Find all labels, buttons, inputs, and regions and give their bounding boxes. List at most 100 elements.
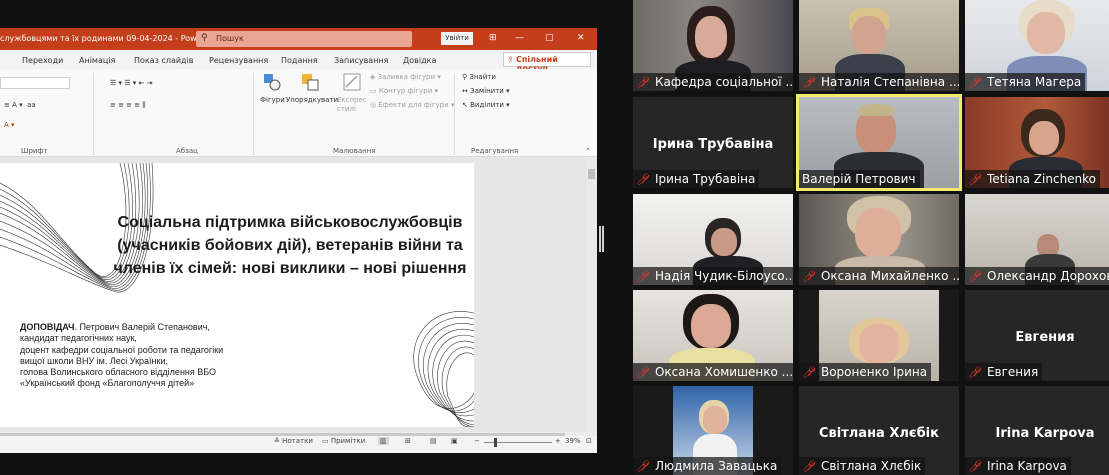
scroll-thumb[interactable] [588,169,595,179]
participant-face [859,324,899,364]
font-color-icon[interactable]: A ▾ [4,121,15,129]
tab-slideshow[interactable]: Показ слайдів [134,56,194,65]
tab-recording[interactable]: Записування [334,56,388,65]
participant-tile[interactable]: 🎤︎̸ Тетяна Магера [965,0,1109,91]
participant-name-bar: 🎤︎̸ Irina Karpova [965,457,1071,475]
zoom-slider-thumb[interactable] [494,438,497,447]
font-format-icons[interactable]: ≡ A ▾ aa [4,101,36,109]
shape-effects-label: Ефекти для фігури [378,101,449,109]
participant-name: Оксана Михайленко ... [820,269,959,283]
participant-name-bar: 🎤︎̸ Світлана Хлєбік [799,457,926,475]
participant-tile[interactable]: Ірина Трубавіна 🎤︎̸ Ірина Трубавіна [633,97,793,188]
fit-slide-icon[interactable]: ⊡ [586,437,592,445]
participant-name: Tetiana Zinchenko [986,172,1097,186]
participant-tile[interactable]: Irina Karpova 🎤︎̸ Irina Karpova [965,386,1109,475]
share-icon: ⇪ [507,55,514,64]
participant-name: Irina Karpova [986,459,1067,473]
slideshow-icon[interactable]: ▣ [451,437,458,445]
zoom-out-icon[interactable]: − [474,437,480,445]
muted-mic-icon: 🎤︎̸ [802,270,816,283]
participant-name-bar: 🎤︎̸ Олександр Дорохов [965,267,1109,285]
maximize-icon[interactable]: ▢ [545,33,554,43]
shapes-label[interactable]: Фігури [260,96,285,104]
replace-button[interactable]: ↔ Замінити ▾ [462,87,510,95]
align-icons[interactable]: ≡ ≡ ≡ ≡ ⫼ [110,101,146,110]
slide[interactable]: Соціальна підтримка військовослужбовців … [0,163,474,427]
speaker-line: голова Волинського обласного відділення … [20,367,217,378]
ribbon: ≡ A ▾ aa A ▾ Шрифт ☰ ▾ ☰ ▾ ⇤ ⇥ ≡ ≡ ≡ ≡ ⫼… [0,69,597,157]
participant-tile[interactable]: 🎤︎̸ Надія Чудик-Білоусо... [633,194,793,285]
participant-tile[interactable]: Евгения 🎤︎̸ Евгения [965,290,1109,381]
shape-outline-button[interactable]: ▭ Контур фігури ▾ [370,87,438,95]
participant-center-name: Irina Karpova [995,426,1095,441]
shapes-icon[interactable] [263,73,281,91]
reading-view-icon[interactable]: ▤ [430,437,437,445]
collapse-ribbon-icon[interactable]: ⌃ [585,147,591,155]
ribbon-tabs: Переходи Анімація Показ слайдів Рецензув… [0,50,597,73]
participant-name: Наталія Степанівна ... [820,75,959,89]
comments-button[interactable]: ▭ Примітки [322,437,365,445]
zoom-in-icon[interactable]: + [555,437,561,445]
tab-transitions[interactable]: Переходи [22,56,63,65]
split-handle[interactable] [599,226,604,252]
group-divider [253,73,254,155]
slide-title-line: Соціальна підтримка військовослужбовців [117,214,463,231]
font-name-box[interactable] [0,77,70,89]
minimize-icon[interactable]: — [515,33,524,43]
participant-face [691,304,731,348]
ribbon-display-icon[interactable]: ⊞ [489,33,497,43]
select-label: Виділити [470,101,504,109]
muted-mic-icon: 🎤︎̸ [968,366,982,379]
arrange-icon[interactable] [301,73,319,91]
participant-face [852,16,886,54]
participant-face [1027,12,1065,54]
participant-tile[interactable]: 🎤︎̸ Людмила Завацька [633,386,793,475]
participant-hair [858,104,894,116]
close-icon[interactable]: ✕ [577,33,585,43]
shape-effects-button[interactable]: ◎ Ефекти для фігури ▾ [370,101,454,109]
tab-view[interactable]: Подання [281,56,318,65]
participant-tile[interactable]: Світлана Хлєбік 🎤︎̸ Світлана Хлєбік [799,386,959,475]
participant-tile[interactable]: 🎤︎̸ Кафедра соціальної ... [633,0,793,91]
participant-tile[interactable]: 🎤︎̸ Оксана Хомишенко ... [633,290,793,381]
participant-tile[interactable]: 🎤︎̸ Оксана Михайленко ... [799,194,959,285]
participant-tile[interactable]: 🎤︎̸ Вороненко Ірина [799,290,959,381]
editing-group-label: Редагування [471,147,519,155]
muted-mic-icon: 🎤︎̸ [968,76,982,89]
tab-review[interactable]: Рецензування [209,56,268,65]
slide-sorter-icon[interactable]: ⊞ [405,437,411,445]
participant-tile[interactable]: 🎤︎̸ Tetiana Zinchenko [965,97,1109,188]
participant-tile[interactable]: 🎤︎̸ Олександр Дорохов [965,194,1109,285]
quick-styles-icon[interactable] [343,73,361,91]
select-button[interactable]: ↖ Виділити ▾ [462,101,510,109]
search-input[interactable]: ⚲ Пошук [196,31,412,47]
tab-help[interactable]: Довідка [403,56,436,65]
participant-name: Оксана Хомишенко ... [654,365,793,379]
shape-outline-label: Контур фігури [378,87,433,95]
muted-mic-icon: 🎤︎̸ [636,460,650,473]
font-group-label: Шрифт [21,147,48,155]
muted-mic-icon: 🎤︎̸ [968,173,982,186]
tab-animation[interactable]: Анімація [79,56,115,65]
find-button[interactable]: ⚲ Знайти [462,73,496,81]
share-button[interactable]: ⇪ Спільний доступ [503,52,591,73]
shape-fill-button[interactable]: ◈ Заливка фігури ▾ [370,73,441,81]
participant-tile[interactable]: 🎤︎̸ Наталія Степанівна ... [799,0,959,91]
notes-button[interactable]: ≙ Нотатки [274,437,313,445]
arrange-label[interactable]: Упорядкувати [286,96,338,104]
notes-label: Нотатки [282,437,313,445]
list-icons[interactable]: ☰ ▾ ☰ ▾ ⇤ ⇥ [110,79,152,87]
zoom-level[interactable]: 39% [565,437,581,445]
search-placeholder: Пошук [216,34,244,43]
group-divider [454,73,455,155]
quick-styles-label[interactable]: Експрес стилі [337,96,367,114]
sign-in-button[interactable]: Увійти [441,32,473,45]
speaker-name: . Петрович Валерій Степанович, [74,322,210,332]
muted-mic-icon: 🎤︎̸ [636,270,650,283]
normal-view-icon[interactable]: ▥ [378,437,389,445]
participant-face [695,16,727,58]
comments-label: Примітки [330,437,366,445]
participant-face [855,208,901,258]
participant-tile-active-speaker[interactable]: Валерій Петрович [796,94,962,191]
vertical-scrollbar[interactable] [586,157,597,439]
